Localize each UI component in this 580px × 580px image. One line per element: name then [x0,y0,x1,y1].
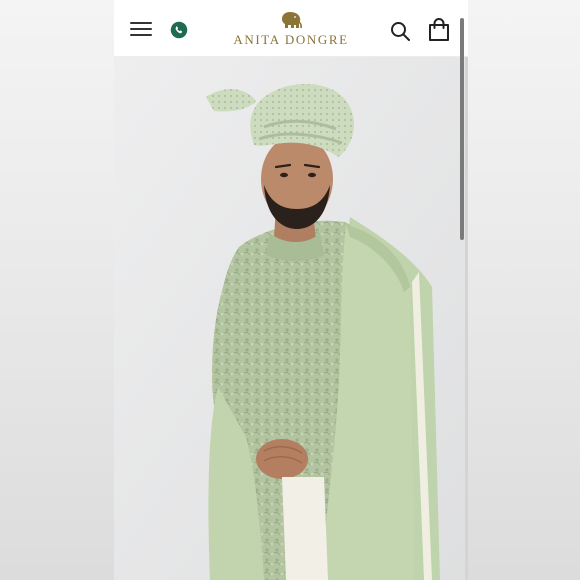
hamburger-menu-icon[interactable] [130,22,152,38]
scrollbar-thumb[interactable] [460,18,464,240]
shopping-bag-icon[interactable] [428,18,450,42]
inner-kurta [282,477,328,580]
mobile-page: ANITA DONGRE [114,0,468,580]
product-hero-image[interactable] [114,57,468,580]
whatsapp-icon[interactable] [170,21,188,39]
site-header: ANITA DONGRE [114,0,468,57]
clasped-hands [256,439,308,479]
scrollbar-track[interactable] [465,56,468,580]
left-background [0,0,114,580]
elephant-logo-icon [282,12,302,29]
brand-logo[interactable]: ANITA DONGRE [214,10,368,50]
search-icon[interactable] [390,21,410,41]
right-background [468,0,580,580]
brand-name: ANITA DONGRE [233,32,349,47]
